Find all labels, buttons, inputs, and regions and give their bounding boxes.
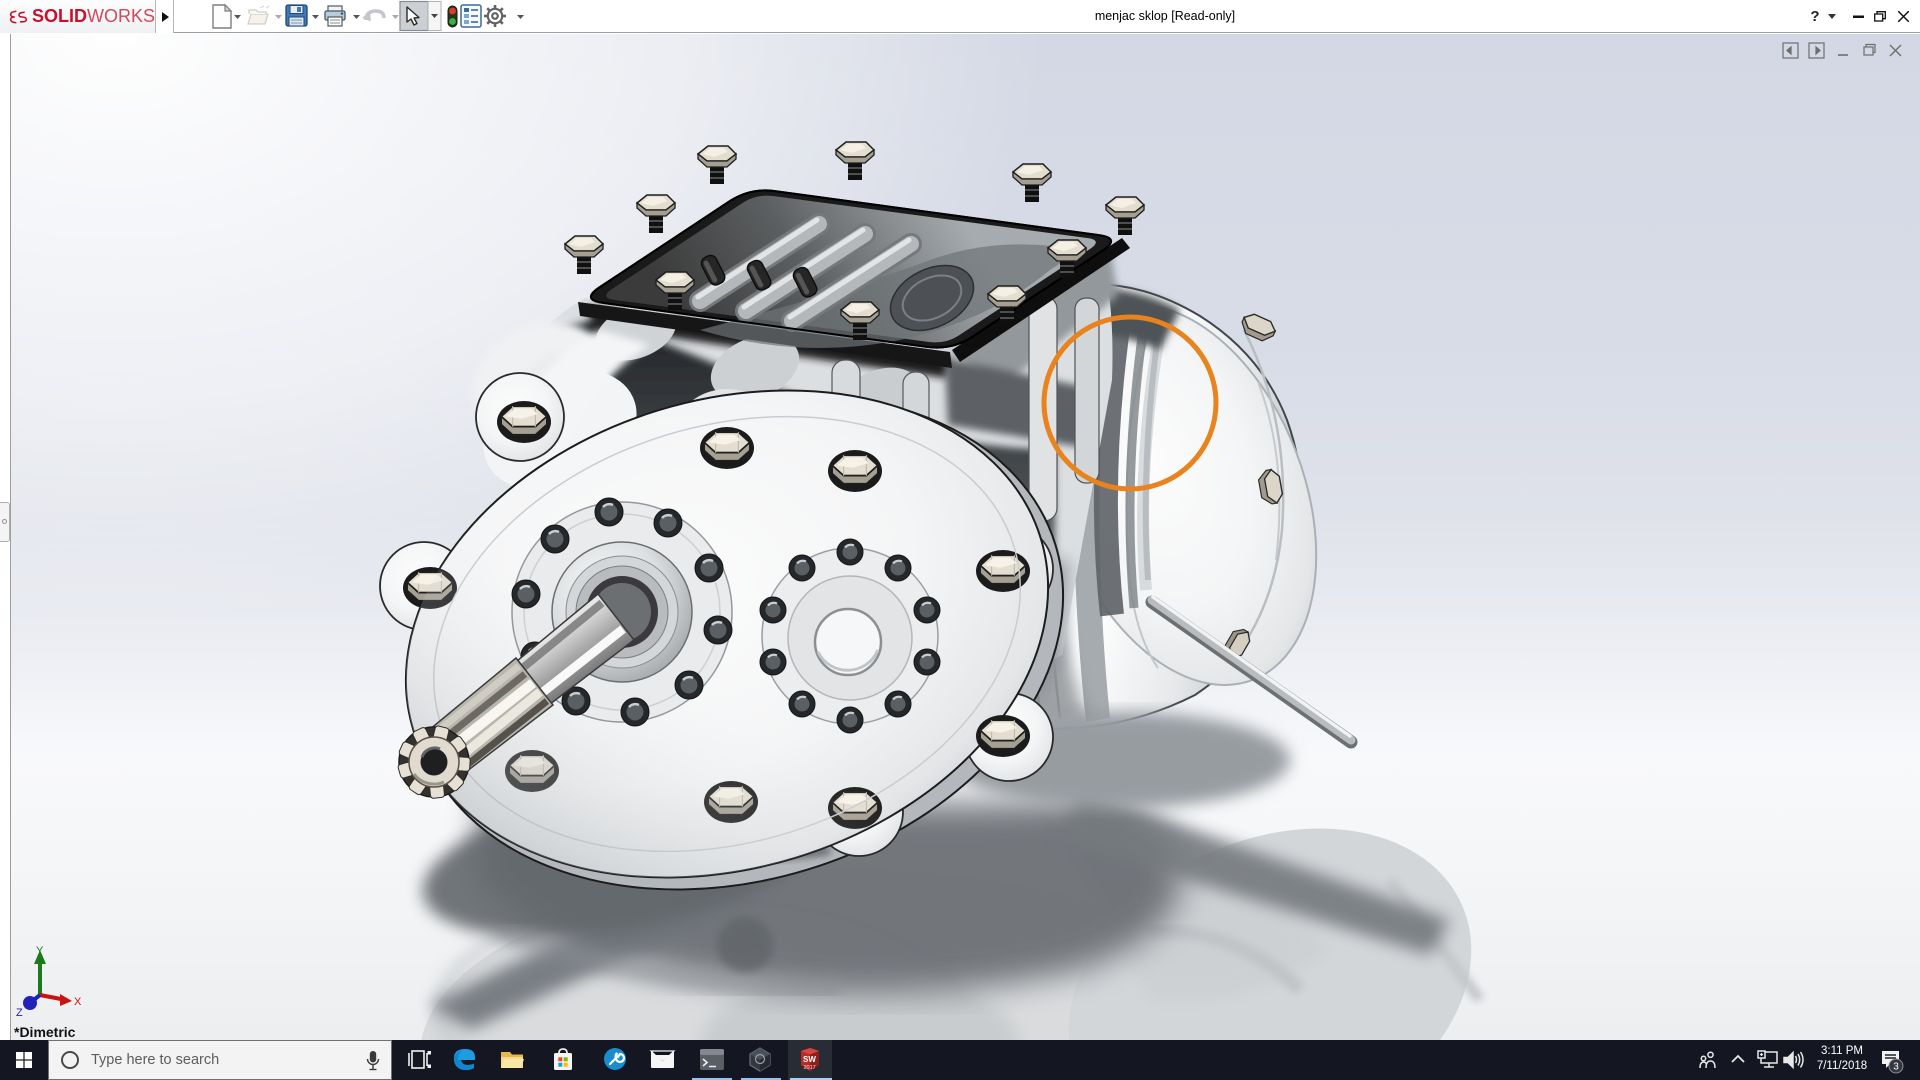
svg-text:Y: Y	[36, 945, 44, 957]
svg-text:2017: 2017	[804, 1065, 816, 1071]
svg-text:SW: SW	[803, 1055, 816, 1064]
svg-text:X: X	[74, 996, 82, 1008]
svg-text:Z: Z	[16, 1007, 23, 1019]
svg-text:3: 3	[1893, 1062, 1899, 1073]
